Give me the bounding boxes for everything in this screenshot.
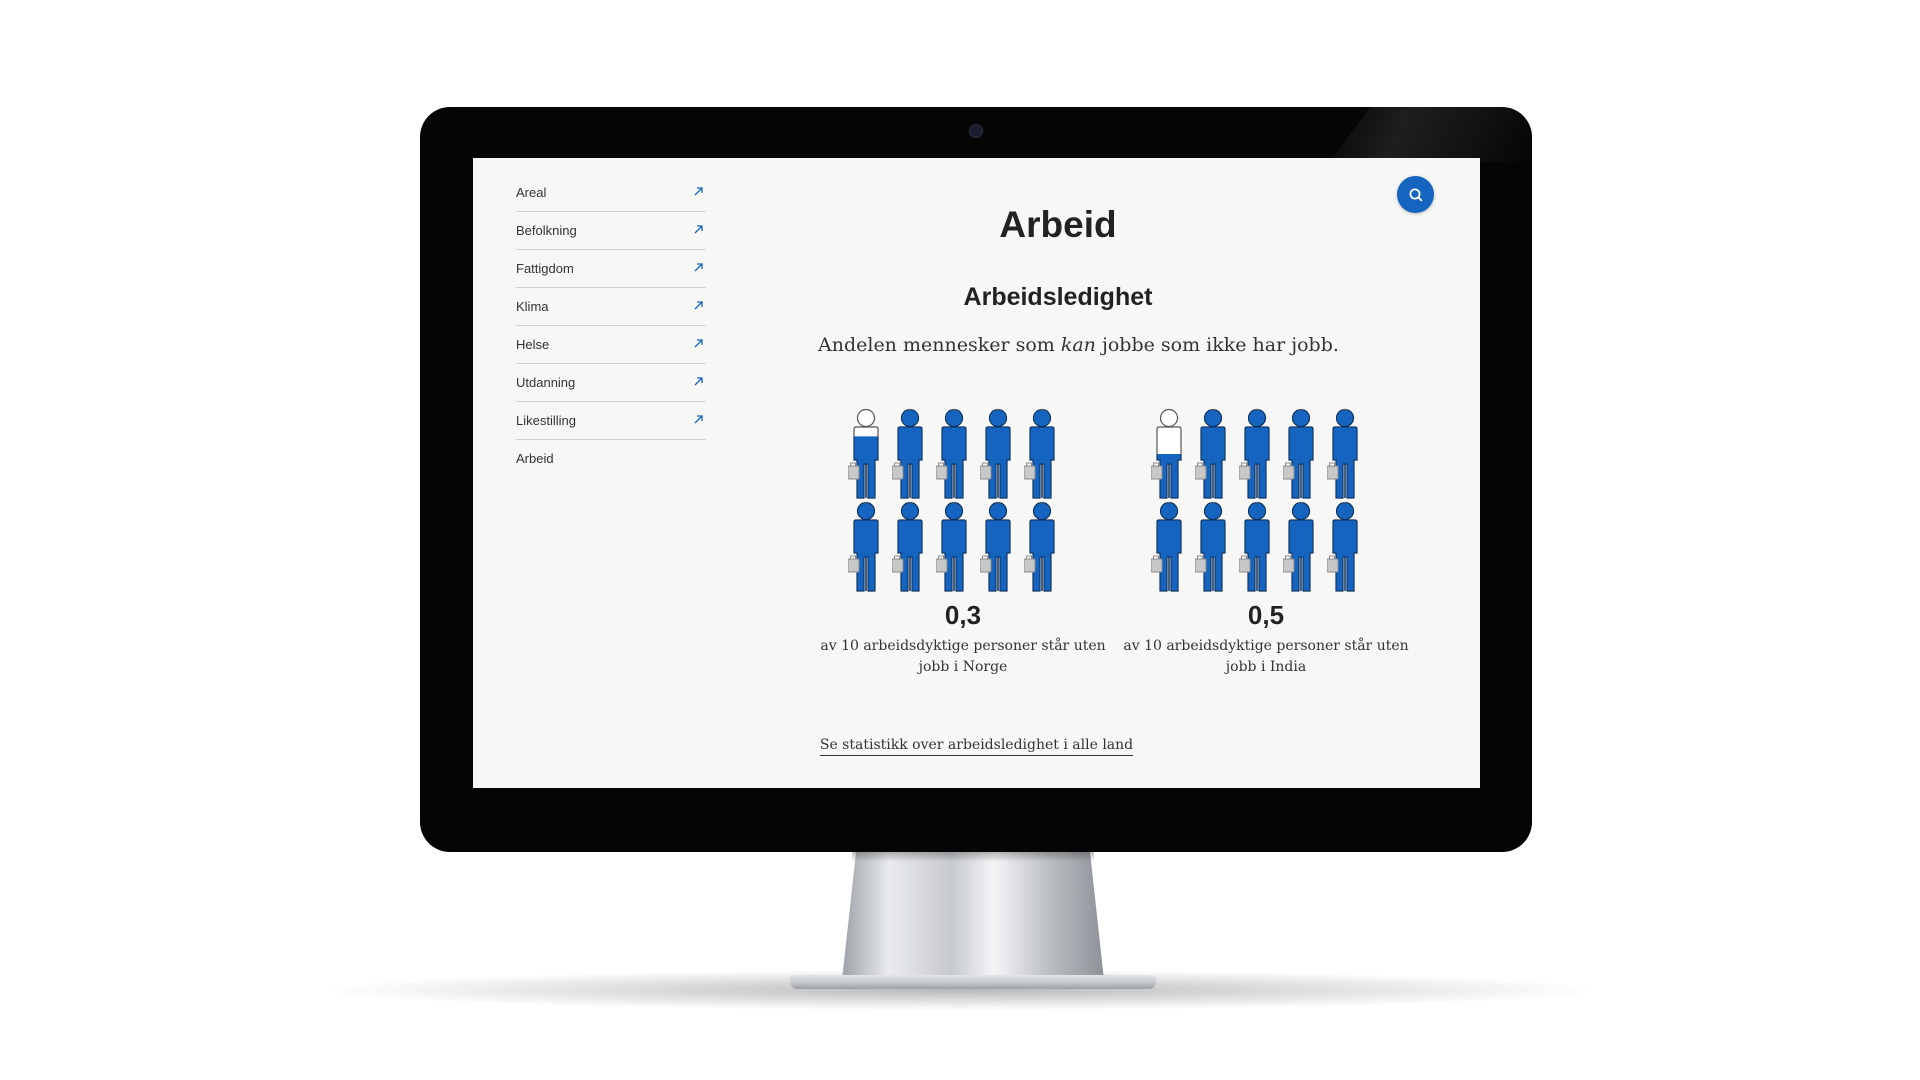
- person-icon: [1238, 501, 1275, 593]
- person-icon: [1023, 408, 1060, 500]
- person-icon: [979, 501, 1016, 593]
- person-icon: [1150, 408, 1187, 500]
- sidebar-item-utdanning[interactable]: Utdanning: [516, 364, 706, 402]
- sidebar-item-befolkning[interactable]: Befolkning: [516, 212, 706, 250]
- all-countries-link[interactable]: Se statistikk over arbeidsledighet i all…: [819, 737, 1134, 756]
- person-icon: [1326, 408, 1363, 500]
- person-icon: [1150, 501, 1187, 593]
- intro-text-start: Andelen mennesker som: [818, 334, 1061, 356]
- search-button[interactable]: [1397, 176, 1434, 213]
- search-icon: [1409, 188, 1422, 201]
- arrow-up-right-icon: [694, 301, 703, 310]
- person-icon: [1282, 501, 1319, 593]
- arrow-up-right-icon: [694, 415, 703, 424]
- monitor-base: [790, 975, 1156, 989]
- sidebar-item-areal[interactable]: Areal: [516, 174, 706, 212]
- person-icon: [979, 408, 1016, 500]
- stat-caption: av 10 arbeidsdyktige personer står uten …: [818, 636, 1108, 678]
- stat-value: 0,5: [1247, 600, 1285, 630]
- section-title: Arbeidsledighet: [963, 283, 1153, 311]
- sidebar-item-label: Utdanning: [516, 375, 576, 390]
- intro-text: Andelen mennesker som kan jobbe som ikke…: [818, 334, 1339, 356]
- intro-text-emphasis: kan: [1060, 334, 1096, 356]
- sidebar-item-label: Helse: [516, 337, 550, 352]
- person-icon: [891, 408, 928, 500]
- person-icon: [1023, 501, 1060, 593]
- sidebar-item-likestilling[interactable]: Likestilling: [516, 402, 706, 440]
- sidebar-item-helse[interactable]: Helse: [516, 326, 706, 364]
- sidebar-item-label: Befolkning: [516, 223, 577, 238]
- scene: Areal Befolkning Fattigdom Klima Helse Utdann…: [0, 0, 1920, 1080]
- stat-caption-line: av 10 arbeidsdyktige personer står uten: [820, 638, 1106, 654]
- sidebar-item-label: Areal: [516, 185, 547, 200]
- person-icon: [847, 408, 884, 500]
- monitor-stand: [842, 852, 1104, 980]
- stat-caption-line: av 10 arbeidsdyktige personer står uten: [1123, 638, 1409, 654]
- arrow-up-right-icon: [694, 377, 703, 386]
- intro-text-end: jobbe som ikke har jobb.: [1095, 334, 1339, 356]
- webcam-icon: [969, 124, 983, 138]
- person-icon: [935, 408, 972, 500]
- stat-caption-line: jobb i Norge: [918, 659, 1008, 675]
- person-icon: [1194, 501, 1231, 593]
- more-link-row: Se statistikk over arbeidsledighet i all…: [473, 736, 1480, 756]
- sidebar-item-fattigdom[interactable]: Fattigdom: [516, 250, 706, 288]
- sidebar-item-label: Fattigdom: [516, 261, 574, 276]
- pictogram-norway: [847, 408, 1068, 598]
- sidebar-item-label: Arbeid: [516, 451, 554, 466]
- person-icon: [1282, 408, 1319, 500]
- sidebar-item-label: Likestilling: [516, 413, 576, 428]
- stat-value: 0,3: [944, 600, 982, 630]
- monitor-stand-shade: [852, 852, 1094, 862]
- stat-caption-line: jobb i India: [1225, 659, 1307, 675]
- person-icon: [1238, 408, 1275, 500]
- person-icon: [847, 501, 884, 593]
- sidebar-item-label: Klima: [516, 299, 549, 314]
- person-icon: [891, 501, 928, 593]
- arrow-up-right-icon: [694, 187, 703, 196]
- sidebar-item-klima[interactable]: Klima: [516, 288, 706, 326]
- page-title: Arbeid: [999, 204, 1117, 245]
- sidebar: Areal Befolkning Fattigdom Klima Helse Utdann…: [516, 174, 706, 477]
- person-icon: [1194, 408, 1231, 500]
- arrow-up-right-icon: [694, 339, 703, 348]
- pictogram-india: [1150, 408, 1371, 598]
- screen: Areal Befolkning Fattigdom Klima Helse Utdann…: [473, 158, 1480, 788]
- arrow-up-right-icon: [694, 225, 703, 234]
- arrow-up-right-icon: [694, 263, 703, 272]
- sidebar-item-arbeid[interactable]: Arbeid: [516, 440, 706, 477]
- person-icon: [1326, 501, 1363, 593]
- person-icon: [935, 501, 972, 593]
- stat-caption: av 10 arbeidsdyktige personer står uten …: [1121, 636, 1411, 678]
